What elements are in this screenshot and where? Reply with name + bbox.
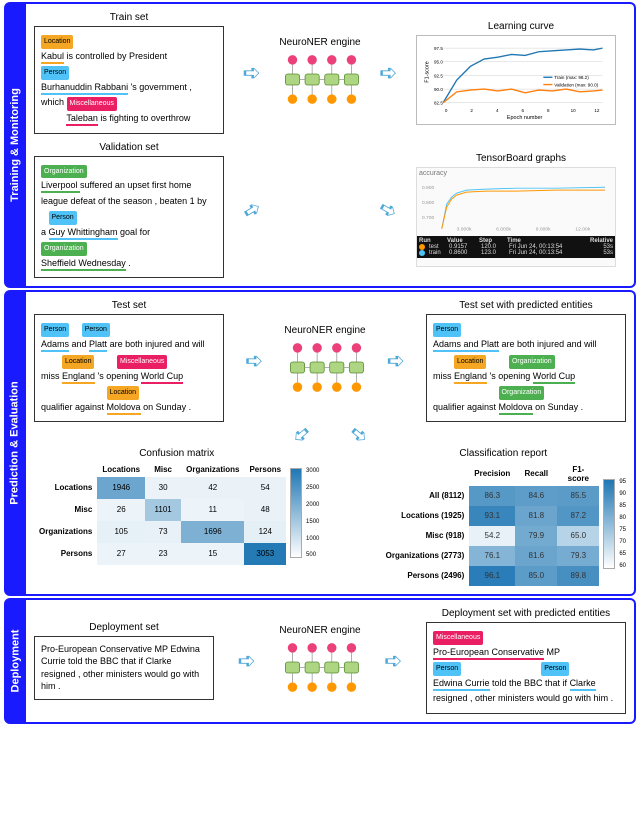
svg-text:82.5: 82.5 xyxy=(434,100,443,105)
arrow-icon: ➪ xyxy=(237,648,255,674)
svg-text:10: 10 xyxy=(571,108,577,113)
section-training: Training & Monitoring Train set Location… xyxy=(4,2,636,288)
svg-text:12: 12 xyxy=(594,108,600,113)
engine-diagram-icon xyxy=(285,340,365,395)
lc-xlabel: Epoch number xyxy=(507,115,543,121)
arrow-icon: ➪ xyxy=(285,419,316,451)
tensorboard-panel: accuracy 0.9000.8000.700 3.000k6.000k9.0… xyxy=(416,167,616,267)
test-text-box: Person Person Adams and Platt are both i… xyxy=(34,314,224,422)
tag-misc: Miscellaneous xyxy=(67,97,117,111)
colorbar xyxy=(290,468,302,558)
test-pred-box: Person Adams and Platt are both injured … xyxy=(426,314,626,422)
svg-text:12.00k: 12.00k xyxy=(575,227,590,233)
arrow-icon: ➪ xyxy=(374,194,403,226)
train-text-box: Location Kabul is controlled by Presiden… xyxy=(34,26,224,134)
svg-text:95.0: 95.0 xyxy=(434,59,443,64)
learning-curve-chart: F1-score 97.5 95.0 92.5 90.0 82.5 Train (max… xyxy=(416,35,616,125)
engine-diagram-icon xyxy=(280,640,360,695)
tag-person: Person xyxy=(41,66,69,80)
arrow-icon: ➪ xyxy=(379,60,397,86)
classification-report-panel: Classification report PrecisionRecallF1-… xyxy=(381,448,626,586)
section-prediction: Prediction & Evaluation Test set Person … xyxy=(4,290,636,596)
deploy-pred-box: Miscellaneous Pro-European Conservative … xyxy=(426,622,626,714)
svg-text:6: 6 xyxy=(521,108,524,113)
panel-title-lc: Learning curve xyxy=(416,21,626,32)
engine-block: NeuroNER engine xyxy=(279,625,360,697)
svg-text:4: 4 xyxy=(496,108,499,113)
svg-text:0: 0 xyxy=(445,108,448,113)
arrow-icon: ➪ xyxy=(242,60,260,86)
engine-block: NeuroNER engine xyxy=(284,325,365,397)
classification-report-table: PrecisionRecallF1-scoreAll (8112)86.384.… xyxy=(381,462,600,586)
section-label-training: Training & Monitoring xyxy=(4,2,26,288)
section-label-prediction: Prediction & Evaluation xyxy=(4,290,26,596)
section-body-training: Train set Location Kabul is controlled b… xyxy=(26,2,636,288)
panel-title-tb: TensorBoard graphs xyxy=(416,153,626,164)
arrow-icon: ➪ xyxy=(384,648,402,674)
confusion-matrix-table: LocationsMiscOrganizationsPersonsLocatio… xyxy=(34,462,286,565)
panel-title-val: Validation set xyxy=(34,142,224,153)
svg-text:97.5: 97.5 xyxy=(434,46,443,51)
engine-block: NeuroNER engine xyxy=(279,37,360,109)
section-body-deployment: Deployment set Pro-European Conservative… xyxy=(26,598,636,724)
arrow-icon: ➪ xyxy=(238,194,267,226)
arrow-icon: ➪ xyxy=(387,348,405,374)
lc-ylabel: F1-score xyxy=(425,61,431,83)
legend-val: Validation (max: 90.0) xyxy=(554,82,598,87)
deploy-text-box: Pro-European Conservative MP Edwina Curr… xyxy=(34,636,214,700)
svg-text:8: 8 xyxy=(547,108,550,113)
section-deployment: Deployment Deployment set Pro-European C… xyxy=(4,598,636,724)
svg-text:2: 2 xyxy=(470,108,473,113)
svg-text:9.000k: 9.000k xyxy=(536,227,551,233)
tag-org: Organization xyxy=(41,165,87,179)
panel-title-train: Train set xyxy=(34,12,224,23)
arrow-icon: ➪ xyxy=(344,419,375,451)
section-body-prediction: Test set Person Person Adams and Platt a… xyxy=(26,290,636,596)
val-text-box: Organization Liverpool suffered an upset… xyxy=(34,156,224,279)
tag-location: Location xyxy=(41,35,73,49)
svg-text:3.000k: 3.000k xyxy=(457,227,472,233)
colorbar xyxy=(603,479,615,569)
confusion-matrix-panel: Confusion matrix LocationsMiscOrganizati… xyxy=(34,448,319,565)
legend-train: Train (max: 98.2) xyxy=(554,75,589,80)
svg-text:0.800: 0.800 xyxy=(422,200,435,206)
engine-diagram-icon xyxy=(280,52,360,107)
svg-text:0.700: 0.700 xyxy=(422,215,435,221)
svg-text:6.000k: 6.000k xyxy=(496,227,511,233)
svg-text:90.0: 90.0 xyxy=(434,87,443,92)
section-label-deployment: Deployment xyxy=(4,598,26,724)
svg-text:0.900: 0.900 xyxy=(422,185,435,191)
svg-text:92.5: 92.5 xyxy=(434,73,443,78)
arrow-icon: ➪ xyxy=(245,348,263,374)
